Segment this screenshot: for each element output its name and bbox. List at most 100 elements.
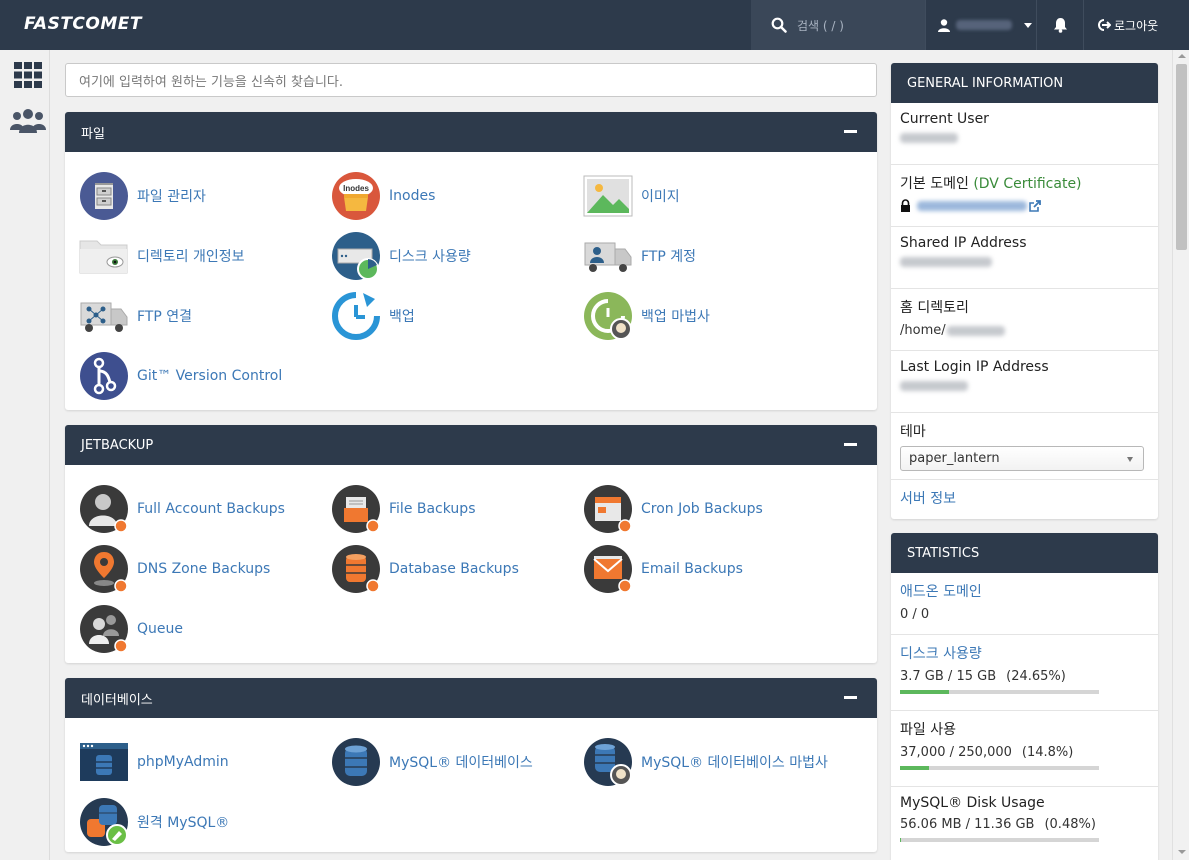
item-dns-zone-backups[interactable]: DNS Zone Backups (79, 539, 331, 599)
statistic-label[interactable]: 디스크 사용량 (900, 643, 1149, 663)
feature-search-input[interactable]: 여기에 입력하여 원하는 기능을 신속히 찾습니다. (65, 63, 877, 97)
chevron-down-icon (1024, 22, 1032, 28)
last-login-ip-row: Last Login IP Address (891, 351, 1158, 413)
item-label: Full Account Backups (137, 501, 285, 517)
theme-select[interactable]: paper_lantern (900, 446, 1144, 471)
users-icon[interactable] (10, 108, 46, 134)
collapse-icon[interactable] (844, 130, 857, 133)
statistic-progress-fill (900, 690, 950, 694)
item-disk-usage[interactable]: 디스크 사용량 (331, 226, 583, 286)
item-email-backups[interactable]: Email Backups (583, 539, 835, 599)
scroll-thumb[interactable] (1176, 64, 1187, 250)
general-information-header: GENERAL INFORMATION (891, 63, 1158, 103)
item-cron-job-backups[interactable]: Cron Job Backups (583, 479, 835, 539)
file-backups-icon (332, 485, 380, 533)
theme-row: 테마 paper_lantern (891, 413, 1158, 480)
item-remote-mysql[interactable]: 원격 MySQL® (79, 792, 331, 852)
backup-icon (332, 292, 380, 340)
item-backup-wizard[interactable]: 백업 마법사 (583, 286, 835, 346)
item-database-backups[interactable]: Database Backups (331, 539, 583, 599)
panel-title: 파일 (81, 126, 105, 142)
theme-select-value: paper_lantern (909, 451, 1000, 466)
item-mysql-databases[interactable]: MySQL® 데이터베이스 (331, 732, 583, 792)
item-backup[interactable]: 백업 (331, 286, 583, 346)
logout-button[interactable]: 로그아웃 (1085, 0, 1189, 50)
global-search[interactable]: 검색 ( / ) (751, 0, 925, 50)
collapse-icon[interactable] (844, 696, 857, 699)
item-label: Queue (137, 621, 183, 637)
home-directory-row: 홈 디렉토리 /home/ (891, 289, 1158, 351)
item-queue[interactable]: Queue (79, 599, 331, 659)
statistic-progress-fill (900, 838, 901, 842)
email-backups-icon (584, 545, 632, 593)
primary-domain-redacted[interactable] (917, 200, 1027, 211)
server-info-link[interactable]: 서버 정보 (900, 491, 956, 507)
user-icon (938, 18, 950, 32)
databases-panel: 데이터베이스 phpMyAdmin MySQL® 데이터베이스 MySQL® 데… (65, 678, 877, 852)
statistic-progress-fill (900, 766, 930, 770)
item-directory-privacy[interactable]: 디렉토리 개인정보 (79, 226, 331, 286)
item-file-backups[interactable]: File Backups (331, 479, 583, 539)
item-label: phpMyAdmin (137, 754, 229, 770)
jetbackup-panel-header[interactable]: JETBACKUP (65, 425, 877, 465)
dv-certificate-label[interactable]: (DV Certificate) (973, 176, 1081, 192)
brand-logo[interactable]: FASTCOMET (24, 14, 142, 34)
databases-panel-header[interactable]: 데이터베이스 (65, 678, 877, 718)
search-icon (771, 17, 787, 33)
item-label: FTP 계정 (641, 249, 697, 265)
logout-label: 로그아웃 (1114, 18, 1159, 33)
item-full-account-backups[interactable]: Full Account Backups (79, 479, 331, 539)
item-label: Inodes (389, 188, 436, 204)
primary-domain-row: 기본 도메인 (DV Certificate) (891, 165, 1158, 227)
database-backups-icon (332, 545, 380, 593)
panel-title: 데이터베이스 (81, 692, 153, 708)
grid-icon[interactable] (14, 62, 42, 88)
collapse-icon[interactable] (844, 443, 857, 446)
item-ftp-connections[interactable]: FTP 연결 (79, 286, 331, 346)
images-icon (583, 175, 633, 217)
item-images[interactable]: 이미지 (583, 166, 835, 226)
item-label: 원격 MySQL® (137, 815, 230, 831)
item-file-manager[interactable]: 파일 관리자 (79, 166, 331, 226)
item-phpmyadmin[interactable]: phpMyAdmin (79, 732, 331, 792)
statistic-row: MySQL® Disk Usage 56.06 MB / 11.36 GB (0.4… (891, 787, 1158, 860)
statistic-row: 디스크 사용량 3.7 GB / 15 GB (24.65%) (891, 635, 1158, 711)
remote-mysql-icon (80, 798, 128, 846)
feature-search-placeholder: 여기에 입력하여 원하는 기능을 신속히 찾습니다. (79, 74, 343, 90)
item-git-version-control[interactable]: Git™ Version Control (79, 346, 331, 406)
item-ftp-accounts[interactable]: FTP 계정 (583, 226, 835, 286)
item-label: MySQL® 데이터베이스 (389, 755, 533, 771)
shared-ip-row: Shared IP Address (891, 227, 1158, 289)
cron-job-backups-icon (584, 485, 632, 533)
statistic-progress-bar (900, 838, 1099, 842)
scroll-up-icon[interactable] (1178, 54, 1186, 58)
files-panel-header[interactable]: 파일 (65, 112, 877, 152)
jetbackup-panel: JETBACKUP Full Account Backups File Back… (65, 425, 877, 663)
item-mysql-wizard[interactable]: MySQL® 데이터베이스 마법사 (583, 732, 835, 792)
statistic-row: 애드온 도메인 0 / 0 (891, 573, 1158, 635)
statistic-value: 3.7 GB / 15 GB (900, 669, 997, 684)
current-user-row: Current User (891, 103, 1158, 165)
statistic-value-line: 37,000 / 250,000 (14.8%) (900, 745, 1149, 760)
git-icon (80, 352, 128, 400)
global-search-placeholder: 검색 ( / ) (797, 18, 844, 33)
panel-title: JETBACKUP (81, 437, 154, 453)
statistic-value: 56.06 MB / 11.36 GB (900, 817, 1035, 832)
item-label: File Backups (389, 501, 476, 517)
home-directory-value: /home/ (900, 323, 946, 338)
scroll-down-icon[interactable] (1178, 850, 1186, 854)
external-link-icon[interactable] (1029, 199, 1041, 212)
item-inodes[interactable]: Inodes Inodes (331, 166, 583, 226)
user-menu[interactable] (925, 0, 1036, 50)
item-label: 파일 관리자 (137, 189, 206, 205)
item-label: 백업 마법사 (641, 309, 710, 325)
statistic-label[interactable]: 애드온 도메인 (900, 581, 1149, 601)
top-navbar: FASTCOMET 검색 ( / ) 로그아웃 (0, 0, 1189, 50)
notifications-button[interactable] (1036, 0, 1084, 50)
page-scrollbar[interactable] (1172, 50, 1189, 860)
statistic-value: 37,000 / 250,000 (900, 745, 1012, 760)
item-label: Cron Job Backups (641, 501, 763, 517)
statistic-value-line: 56.06 MB / 11.36 GB (0.48%) (900, 817, 1149, 832)
item-label: MySQL® 데이터베이스 마법사 (641, 755, 828, 771)
statistic-label: 파일 사용 (900, 722, 956, 738)
